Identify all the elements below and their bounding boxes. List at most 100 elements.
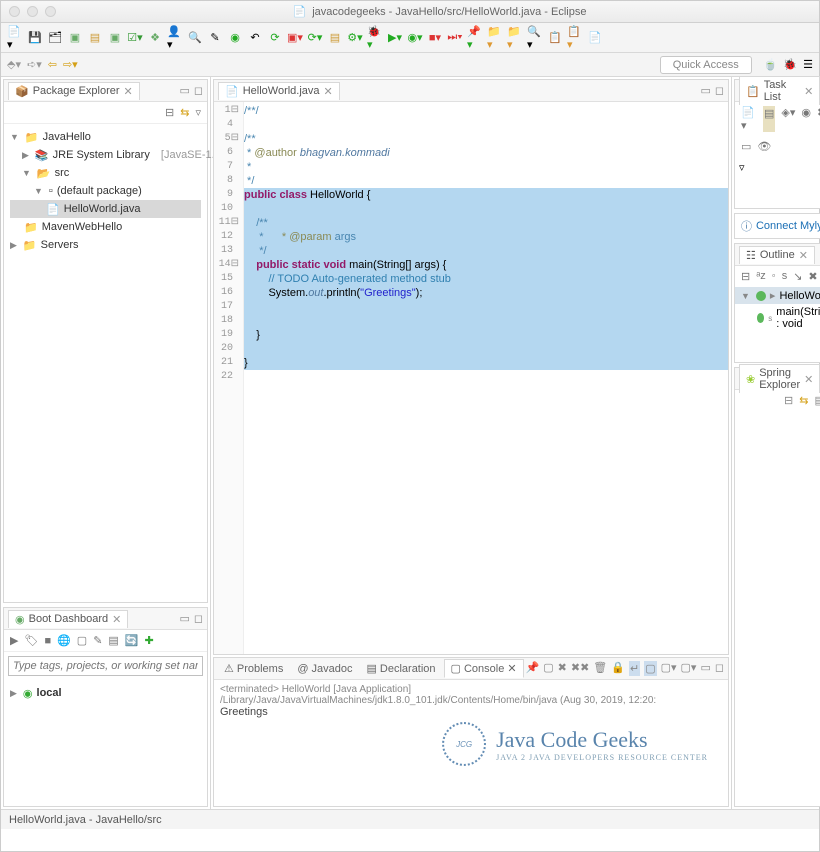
task-icon[interactable]: 📋 xyxy=(547,30,563,46)
filter-icon[interactable]: ▤ xyxy=(108,634,118,647)
run-config-icon[interactable]: ⚙▾ xyxy=(347,30,363,46)
view-menu-icon[interactable]: ▿ xyxy=(195,106,201,119)
focus-icon[interactable]: ◉ xyxy=(801,106,811,132)
collapse-icon[interactable]: ⊟ xyxy=(165,106,174,119)
back-icon[interactable]: ↶ xyxy=(247,30,263,46)
quick-access-button[interactable]: Quick Access xyxy=(660,56,752,74)
console-tab[interactable]: ▢Console✕ xyxy=(444,659,524,678)
search-icon[interactable]: 🔍▾ xyxy=(527,30,543,46)
spring-explorer-tab[interactable]: ❀Spring Explorer✕ xyxy=(739,364,820,393)
new-icon[interactable]: 📄▾ xyxy=(7,30,23,46)
maximize-icon[interactable]: ◻ xyxy=(715,84,724,97)
skip-icon[interactable]: ⏭▾ xyxy=(447,30,463,46)
open-type-icon[interactable]: 📄 xyxy=(587,30,603,46)
schedule-icon[interactable]: ◈▾ xyxy=(781,106,795,132)
close-icon[interactable]: ✕ xyxy=(799,249,808,262)
nav-next-icon[interactable]: ⇨▾ xyxy=(63,58,78,71)
outline-method[interactable]: smain(String[]) : void xyxy=(735,304,820,332)
class-icon[interactable]: ▣ xyxy=(107,30,123,46)
perspective-java-icon[interactable]: 🍵 xyxy=(764,58,778,71)
editor-tab[interactable]: 📄 HelloWorld.java ✕ xyxy=(218,82,340,100)
archive-icon[interactable]: ▤ xyxy=(87,30,103,46)
minimize-window[interactable] xyxy=(27,6,38,17)
boot-filter-input[interactable] xyxy=(8,656,203,676)
outline-class[interactable]: ▼▸HelloWorld xyxy=(735,287,820,304)
refresh-icon[interactable]: ◉ xyxy=(227,30,243,46)
coverage-icon[interactable]: ◉▾ xyxy=(407,30,423,46)
save-all-icon[interactable]: 🗂 xyxy=(47,30,63,46)
minimize-icon[interactable]: ▭ xyxy=(179,612,189,625)
nav-fwd-icon[interactable]: ➪▾ xyxy=(27,58,42,71)
nav-prev-icon[interactable]: ⇦ xyxy=(48,58,57,71)
package-explorer-tab[interactable]: 📦 Package Explorer ✕ xyxy=(8,82,140,100)
task-list-tab[interactable]: 📋Task List✕ xyxy=(739,76,820,105)
collapse-all-icon[interactable]: ⊟ xyxy=(784,394,793,407)
tree-jre[interactable]: JRE System Library xyxy=(53,149,150,161)
new-task-icon[interactable]: 📄▾ xyxy=(741,106,757,132)
boot-dashboard-tab[interactable]: ◉ Boot Dashboard ✕ xyxy=(8,610,128,628)
perspective-open-icon[interactable]: ☰ xyxy=(803,58,813,71)
hide-non-public-icon[interactable]: ↘ xyxy=(793,270,802,283)
window-controls[interactable] xyxy=(9,6,56,17)
close-icon[interactable]: ✕ xyxy=(124,85,133,98)
globe-icon[interactable]: 🌐 xyxy=(57,634,71,647)
minimize-icon[interactable]: ▭ xyxy=(700,661,710,676)
remove-launch-icon[interactable]: ✖ xyxy=(558,661,567,676)
hide-static-icon[interactable]: s xyxy=(782,270,788,283)
wand-icon[interactable]: ✎ xyxy=(207,30,223,46)
perspective-debug-icon[interactable]: 🐞 xyxy=(783,58,797,71)
tree-project[interactable]: JavaHello xyxy=(43,131,91,143)
package-icon[interactable]: ▣ xyxy=(67,30,83,46)
javadoc-tab[interactable]: @Javadoc xyxy=(291,661,358,677)
maximize-icon[interactable]: ◻ xyxy=(194,612,203,625)
tree-pkg[interactable]: (default package) xyxy=(57,185,142,197)
remove-all-icon[interactable]: ✖✖ xyxy=(571,661,589,676)
hide-icon[interactable]: 👁 xyxy=(757,140,771,153)
pin-console-icon[interactable]: 📌 xyxy=(526,661,540,676)
new-console-icon[interactable]: ▢▾ xyxy=(681,661,697,676)
declaration-tab[interactable]: ▤Declaration xyxy=(361,660,442,677)
display-icon[interactable]: ▢ xyxy=(543,661,553,676)
user-icon[interactable]: 👤▾ xyxy=(167,30,183,46)
tree-maven[interactable]: MavenWebHello xyxy=(42,221,123,233)
minimize-icon[interactable]: ▭ xyxy=(700,84,710,97)
tree-servers[interactable]: Servers xyxy=(41,239,79,251)
folder-icon[interactable]: 📁▾ xyxy=(507,30,523,46)
hide-local-icon[interactable]: ✖ xyxy=(808,270,817,283)
show-console-icon[interactable]: ▢ xyxy=(644,661,656,676)
categorize-icon[interactable]: ▤ xyxy=(763,106,775,132)
add-icon[interactable]: ✚ xyxy=(145,634,154,647)
word-wrap-icon[interactable]: ↵ xyxy=(629,661,640,676)
terminate-icon[interactable]: ■▾ xyxy=(427,30,443,46)
sync-icon[interactable]: ⟳ xyxy=(267,30,283,46)
problems-tab[interactable]: ⚠Problems xyxy=(218,660,289,677)
mylyn-label[interactable]: Connect Mylyn xyxy=(756,220,820,232)
open-console-icon[interactable]: ▢▾ xyxy=(661,661,677,676)
pin-icon[interactable]: 📌▾ xyxy=(467,30,483,46)
clear-console-icon[interactable]: 🗑 xyxy=(593,661,607,676)
code-editor[interactable]: 1⊟4 5⊟6 7 8 9 10 11⊟12 13 14⊟15 16 17 18… xyxy=(214,102,728,654)
folder-new-icon[interactable]: 📁▾ xyxy=(487,30,503,46)
link-editor-icon[interactable]: ⇆ xyxy=(180,106,189,119)
outline-tab[interactable]: ☷Outline✕ xyxy=(739,246,815,264)
link-icon[interactable]: ⇆ xyxy=(799,394,808,407)
tasks-icon[interactable]: 📋▾ xyxy=(567,30,583,46)
debug-icon[interactable]: 🐞▾ xyxy=(367,30,383,46)
run-icon[interactable]: ▶▾ xyxy=(387,30,403,46)
debug-icon[interactable]: 🏷 xyxy=(24,634,38,647)
tree-src[interactable]: src xyxy=(55,167,70,179)
lens-icon[interactable]: 🔍 xyxy=(187,30,203,46)
console-icon[interactable]: ▢ xyxy=(77,634,87,647)
close-icon[interactable]: ✕ xyxy=(507,662,516,675)
stop-icon[interactable]: ■ xyxy=(44,635,51,647)
mylyn-link[interactable]: ⓘConnect Mylyn xyxy=(734,213,820,239)
close-icon[interactable]: ✕ xyxy=(804,373,813,386)
start-icon[interactable]: ▶ xyxy=(10,634,18,647)
tree-file[interactable]: HelloWorld.java xyxy=(64,203,141,215)
close-icon[interactable]: ✕ xyxy=(112,613,121,626)
boot-local[interactable]: local xyxy=(37,687,62,699)
package-tree[interactable]: ▼📁JavaHello ▶📚JRE System Library [JavaSE… xyxy=(4,124,207,258)
hide-fields-icon[interactable]: ◦ xyxy=(772,270,776,283)
filter-spring-icon[interactable]: ▤ xyxy=(814,394,820,407)
sort-icon[interactable]: ⊟ xyxy=(741,270,750,283)
